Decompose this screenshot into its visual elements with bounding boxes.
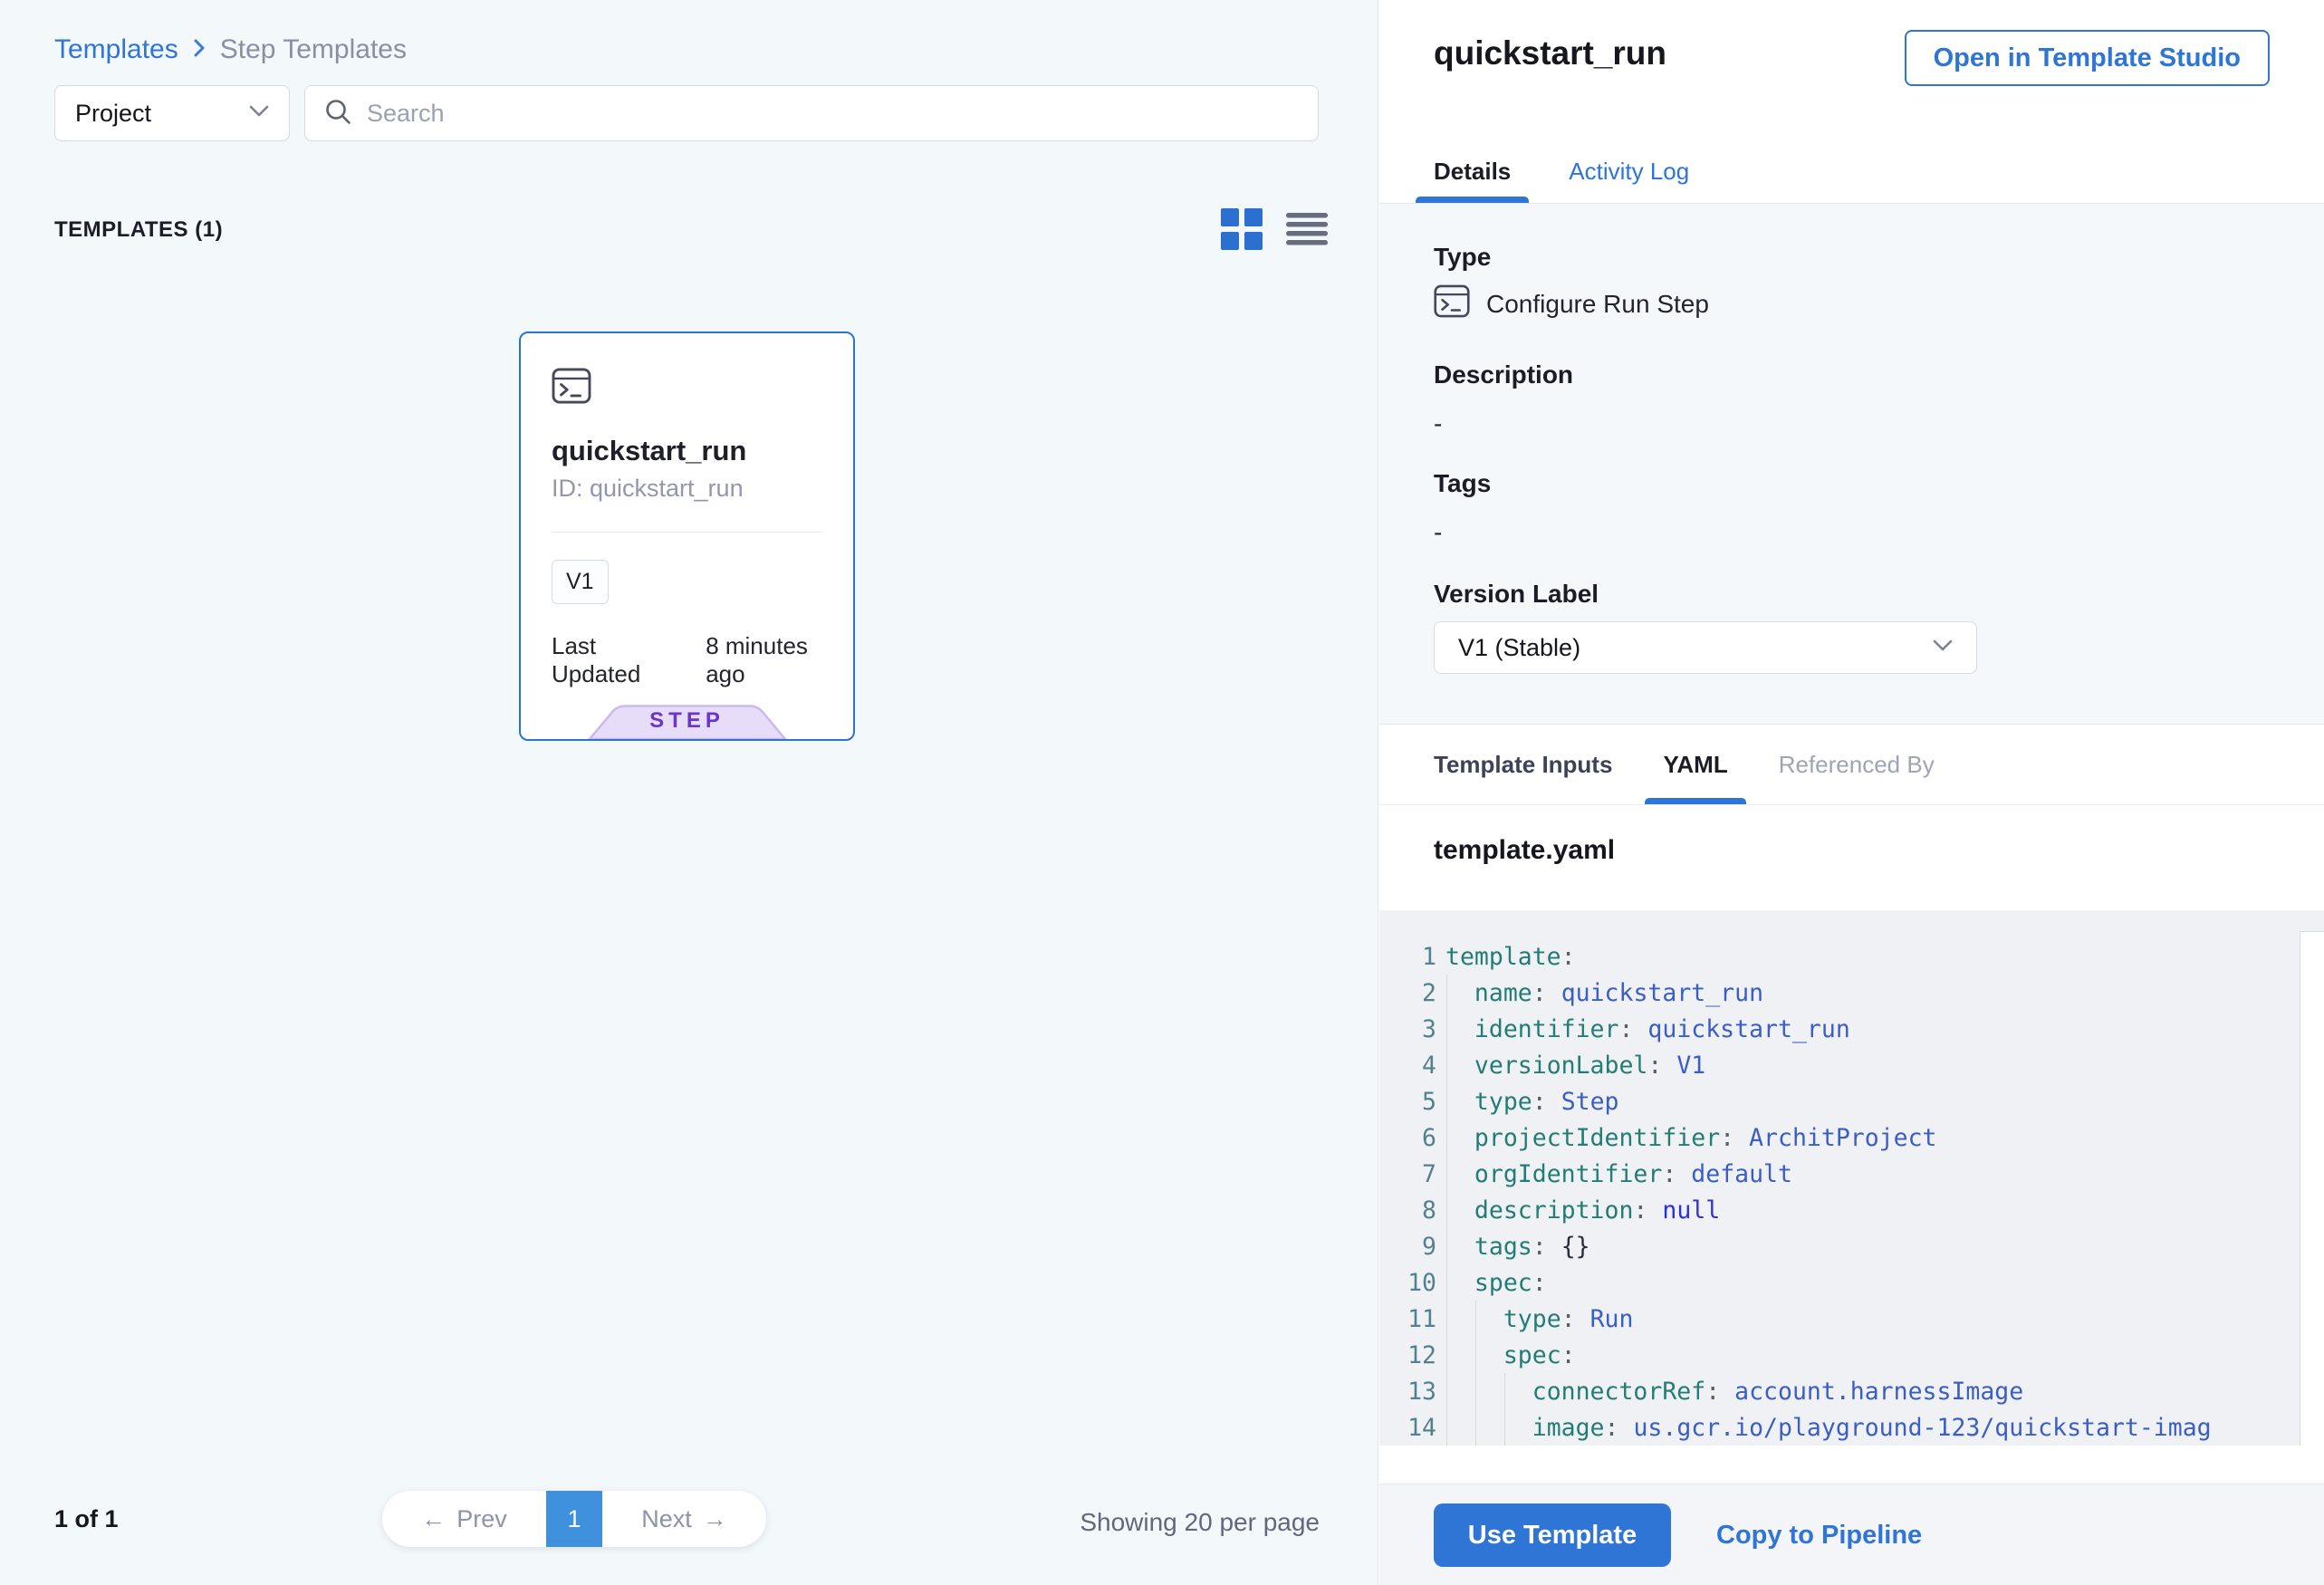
view-toggles (1221, 208, 1328, 250)
yaml-line: 6 projectIdentifier: ArchitProject (1379, 1119, 2324, 1156)
page-count-summary: 1 of 1 (54, 1505, 119, 1533)
last-updated-value: 8 minutes ago (706, 632, 853, 688)
yaml-line: 5 type: Step (1379, 1083, 2324, 1119)
description-label: Description (1434, 360, 1573, 389)
panel-title: quickstart_run (1434, 34, 1666, 72)
version-dropdown[interactable]: V1 (Stable) (1434, 621, 1977, 674)
yaml-tabs: Template Inputs YAML Referenced By (1434, 725, 1935, 804)
tab-activity-log[interactable]: Activity Log (1569, 140, 1689, 203)
yaml-code: 1template:2 name: quickstart_run3 identi… (1379, 938, 2324, 1446)
run-step-terminal-icon (552, 368, 591, 408)
card-divider (552, 532, 822, 533)
type-value-row: Configure Run Step (1434, 284, 1709, 324)
templates-count-label: TEMPLATES (1) (54, 217, 223, 243)
tab-yaml[interactable]: YAML (1663, 725, 1727, 804)
last-updated-row: Last Updated 8 minutes ago (552, 632, 853, 688)
copy-to-pipeline-link[interactable]: Copy to Pipeline (1716, 1521, 1922, 1551)
yaml-file-name: template.yaml (1434, 835, 1615, 866)
next-page-button[interactable]: Next → (602, 1491, 766, 1547)
version-label: Version Label (1434, 580, 1599, 609)
version-badge: V1 (552, 560, 609, 604)
templates-page: Templates Step Templates Project TEMPLAT… (0, 0, 2324, 1585)
breadcrumb-chevron-icon (193, 34, 206, 65)
grid-view-icon[interactable] (1221, 208, 1263, 250)
search-input[interactable] (367, 100, 1300, 128)
tab-referenced-by[interactable]: Referenced By (1779, 725, 1935, 804)
yaml-line: 11 type: Run (1379, 1301, 2324, 1337)
chevron-down-icon (249, 105, 269, 121)
tags-value: - (1434, 518, 1442, 547)
chevron-down-icon (1933, 639, 1953, 656)
template-card-id: ID: quickstart_run (552, 475, 744, 503)
sub-tabs-bottom-divider (1379, 804, 2324, 805)
yaml-line: 4 versionLabel: V1 (1379, 1047, 2324, 1083)
tab-details[interactable]: Details (1434, 140, 1511, 203)
yaml-line: 2 name: quickstart_run (1379, 975, 2324, 1011)
yaml-scrollbar[interactable] (2300, 931, 2324, 1446)
details-tabs: Details Activity Log (1434, 140, 1689, 203)
yaml-line: 14 image: us.gcr.io/playground-123/quick… (1379, 1409, 2324, 1446)
arrow-right-icon: → (703, 1505, 727, 1533)
yaml-line: 8 description: null (1379, 1192, 2324, 1228)
scope-dropdown-value: Project (75, 100, 151, 128)
type-value: Configure Run Step (1486, 290, 1709, 319)
breadcrumb-current-page: Step Templates (220, 34, 407, 65)
yaml-line: 13 connectorRef: account.harnessImage (1379, 1373, 2324, 1409)
search-box (304, 85, 1319, 141)
template-list-panel: Templates Step Templates Project TEMPLAT… (0, 0, 1378, 1585)
scope-dropdown[interactable]: Project (54, 85, 290, 141)
last-updated-label: Last Updated (552, 632, 691, 688)
run-step-terminal-icon (1434, 284, 1470, 324)
prev-page-button[interactable]: ← Prev (382, 1491, 546, 1547)
yaml-line: 9 tags: {} (1379, 1228, 2324, 1264)
description-value: - (1434, 409, 1442, 438)
arrow-left-icon: ← (421, 1505, 446, 1533)
yaml-editor[interactable]: 1template:2 name: quickstart_run3 identi… (1379, 910, 2324, 1446)
open-in-template-studio-button[interactable]: Open in Template Studio (1905, 30, 2270, 86)
type-label: Type (1434, 243, 1491, 272)
yaml-line: 1template: (1379, 938, 2324, 975)
yaml-line: 3 identifier: quickstart_run (1379, 1011, 2324, 1047)
breadcrumb: Templates Step Templates (54, 34, 407, 65)
yaml-line: 12 spec: (1379, 1337, 2324, 1373)
template-details-panel: quickstart_run Open in Template Studio D… (1379, 0, 2324, 1585)
per-page-label: Showing 20 per page (1066, 1508, 1320, 1537)
use-template-button[interactable]: Use Template (1434, 1503, 1671, 1567)
page-1-button[interactable]: 1 (546, 1491, 602, 1547)
breadcrumb-templates-link[interactable]: Templates (54, 34, 178, 65)
step-type-banner-label: STEP (588, 708, 787, 734)
template-card[interactable]: quickstart_run ID: quickstart_run V1 Las… (519, 331, 855, 741)
list-view-icon[interactable] (1286, 213, 1328, 245)
template-card-title: quickstart_run (552, 435, 746, 467)
step-type-banner: STEP (588, 705, 787, 739)
pagination: ← Prev 1 Next → (382, 1491, 766, 1547)
yaml-line: 10 spec: (1379, 1264, 2324, 1301)
search-icon (323, 97, 352, 130)
yaml-line: 7 orgIdentifier: default (1379, 1156, 2324, 1192)
tab-template-inputs[interactable]: Template Inputs (1434, 725, 1612, 804)
tags-label: Tags (1434, 469, 1491, 498)
version-dropdown-value: V1 (Stable) (1458, 634, 1580, 662)
